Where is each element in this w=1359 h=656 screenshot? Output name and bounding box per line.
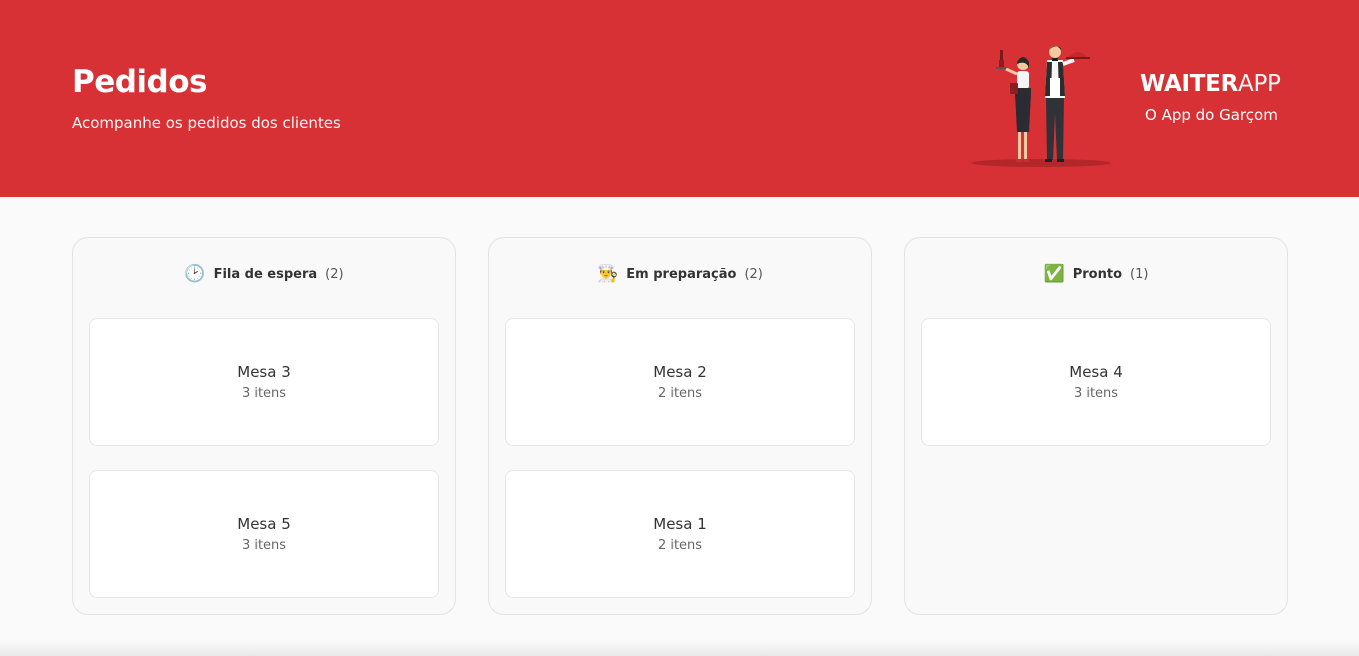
order-table: Mesa 2	[653, 363, 707, 381]
page-subtitle: Acompanhe os pedidos dos clientes	[72, 114, 341, 132]
column-header: 🕑 Fila de espera (2)	[73, 264, 455, 284]
brand-tagline: O App do Garçom	[1145, 106, 1278, 124]
order-table: Mesa 3	[237, 363, 291, 381]
clock-icon: 🕑	[184, 264, 206, 284]
column-title: Em preparação	[626, 266, 737, 282]
column-header: 👨‍🍳 Em preparação (2)	[489, 264, 871, 284]
order-card[interactable]: Mesa 4 3 itens	[921, 318, 1271, 446]
column-count: (2)	[744, 266, 763, 282]
order-card[interactable]: Mesa 5 3 itens	[89, 470, 439, 598]
column-header: ✅ Pronto (1)	[905, 264, 1287, 284]
page-title: Pedidos	[72, 64, 208, 100]
column-count: (2)	[325, 266, 344, 282]
order-items-count: 3 itens	[1073, 386, 1119, 401]
column-title: Pronto	[1072, 266, 1123, 282]
column-in-preparation: 👨‍🍳 Em preparação (2) Mesa 2 2 itens Mes…	[488, 237, 872, 615]
column-title: Fila de espera	[213, 266, 318, 282]
order-card[interactable]: Mesa 2 2 itens	[505, 318, 855, 446]
order-card[interactable]: Mesa 3 3 itens	[89, 318, 439, 446]
chef-icon: 👨‍🍳	[597, 264, 619, 284]
order-items-count: 3 itens	[241, 538, 287, 553]
brand-name-strong: WAITER	[1140, 71, 1239, 97]
order-items-count: 2 itens	[657, 538, 703, 553]
order-items-count: 3 itens	[241, 386, 287, 401]
order-table: Mesa 1	[653, 515, 707, 533]
orders-board: 🕑 Fila de espera (2) Mesa 3 3 itens Mesa…	[72, 237, 1288, 615]
page-header: Pedidos Acompanhe os pedidos dos cliente…	[0, 0, 1359, 197]
waiters-illustration	[971, 46, 1111, 167]
order-card[interactable]: Mesa 1 2 itens	[505, 470, 855, 598]
order-table: Mesa 5	[237, 515, 291, 533]
check-mark-icon: ✅	[1043, 264, 1065, 284]
brand-logo: WAITERAPP	[1140, 70, 1281, 98]
order-table: Mesa 4	[1069, 363, 1123, 381]
column-count: (1)	[1130, 266, 1149, 282]
brand-name-light: APP	[1238, 71, 1281, 97]
order-items-count: 2 itens	[657, 386, 703, 401]
column-waiting: 🕑 Fila de espera (2) Mesa 3 3 itens Mesa…	[72, 237, 456, 615]
column-ready: ✅ Pronto (1) Mesa 4 3 itens	[904, 237, 1288, 615]
bottom-shadow	[0, 640, 1359, 656]
